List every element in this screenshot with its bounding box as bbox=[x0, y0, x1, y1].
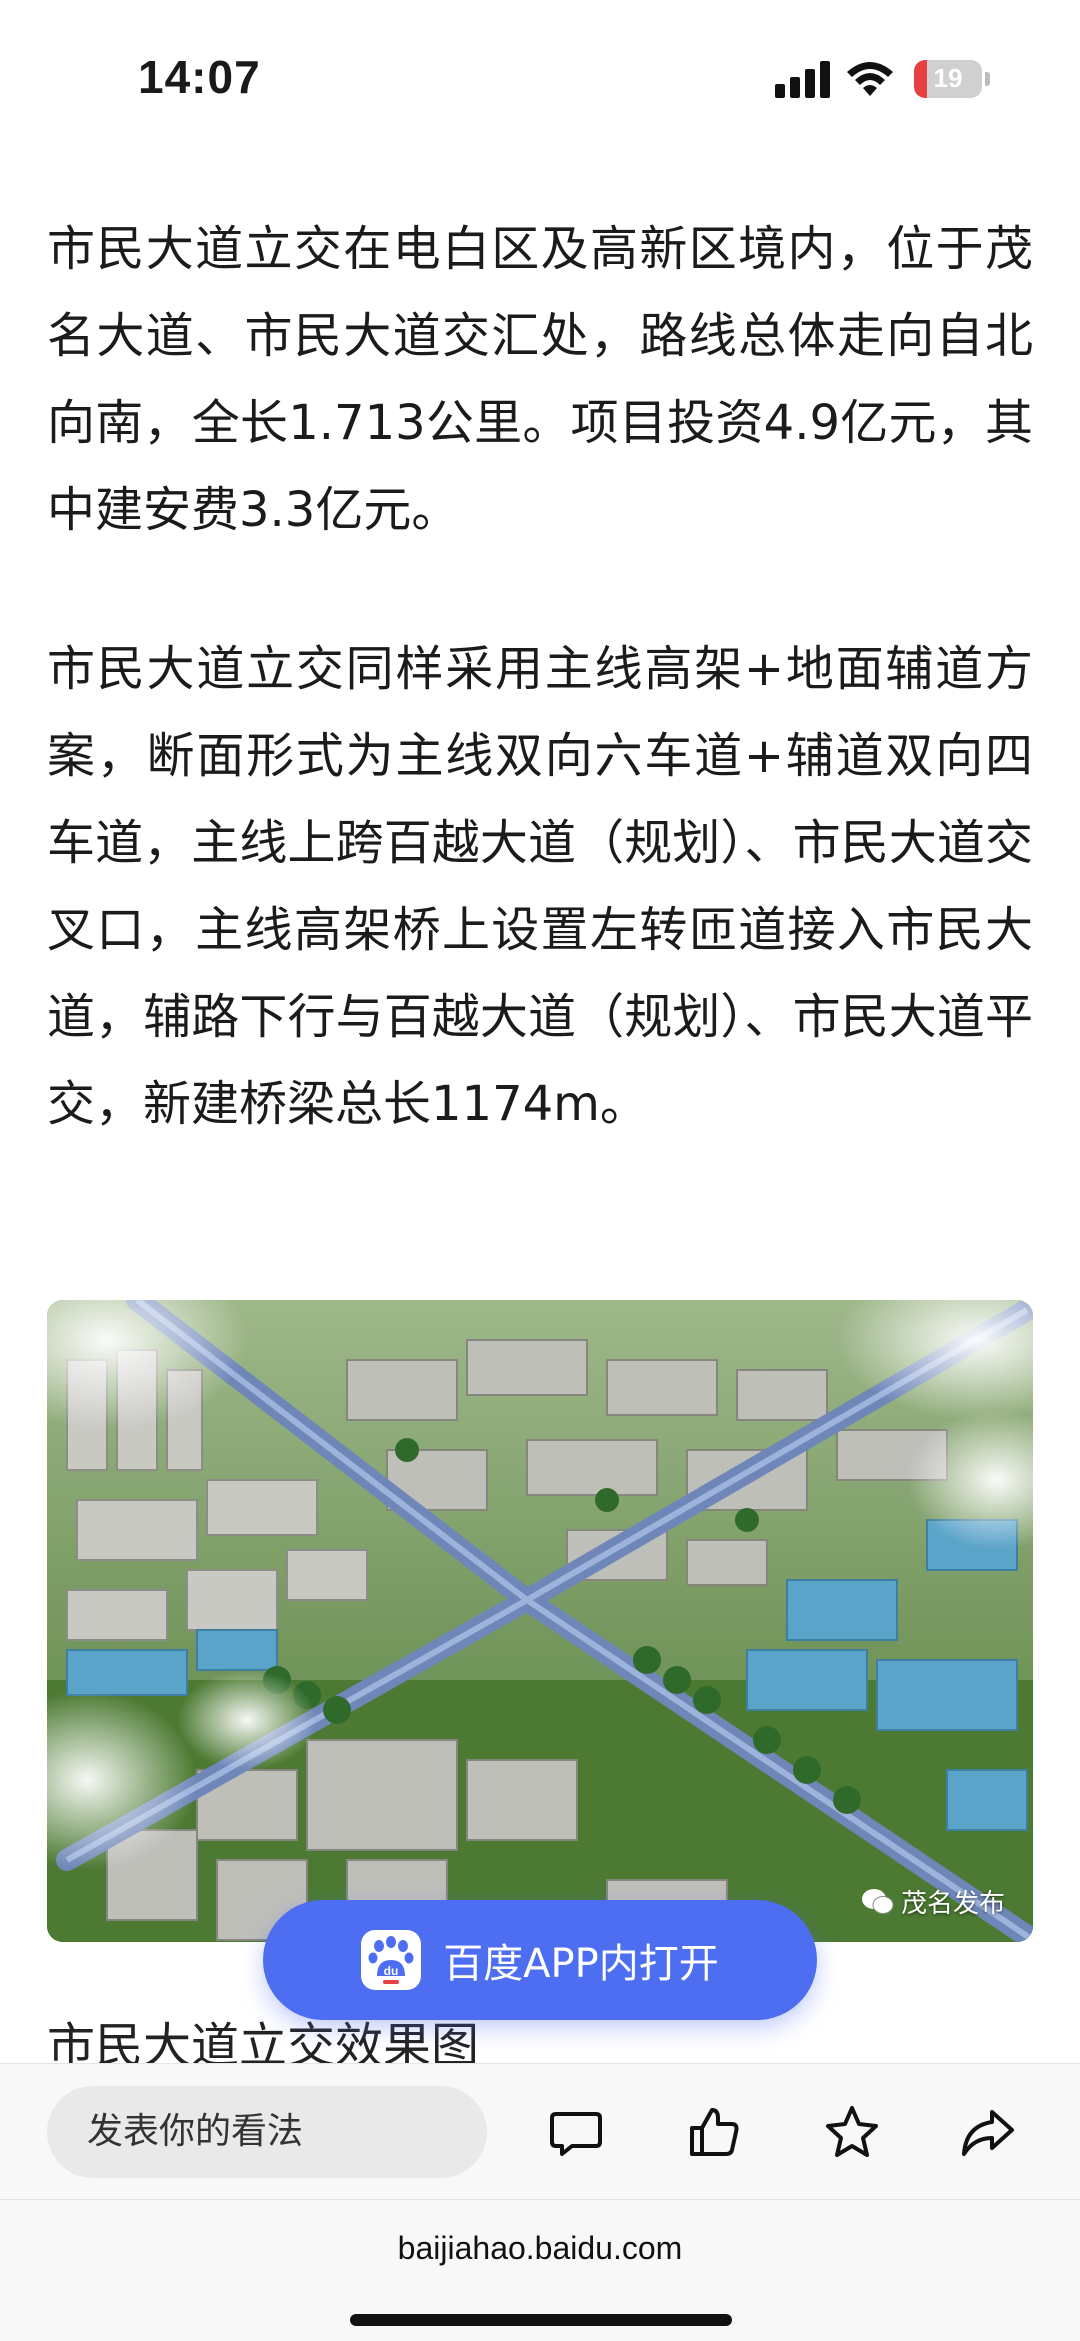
favorite-star-icon[interactable] bbox=[822, 2102, 882, 2162]
comment-input[interactable]: 发表你的看法 bbox=[47, 2086, 487, 2178]
article-paragraph: 市民大道立交同样采用主线高架+地面辅道方案，断面形式为主线双向六车道+辅道双向四… bbox=[47, 641, 1033, 1132]
comment-icon[interactable] bbox=[546, 2102, 606, 2162]
article-paragraph: 市民大道立交在电白区及高新区境内，位于茂名大道、市民大道交汇处，路线总体走向自北… bbox=[47, 221, 1033, 538]
status-bar: 14:07 19 bbox=[0, 0, 1080, 150]
open-in-app-label: 百度APP内打开 bbox=[443, 1941, 719, 1987]
wechat-icon bbox=[861, 1888, 894, 1914]
open-in-baidu-app-button[interactable]: du 百度APP内打开 bbox=[263, 1900, 817, 2020]
battery-icon: 19 bbox=[914, 60, 982, 98]
like-icon[interactable] bbox=[684, 2102, 744, 2162]
battery-cap bbox=[985, 72, 990, 86]
browser-url-bar[interactable]: baijiahao.baidu.com bbox=[0, 2199, 1080, 2341]
share-icon[interactable] bbox=[958, 2102, 1018, 2162]
battery-percentage: 19 bbox=[933, 63, 963, 93]
wifi-icon bbox=[847, 62, 893, 96]
page: 14:07 19 市民大道立交在电白区及高新区境内，位于茂名大道、市民大道交汇处… bbox=[0, 0, 1080, 2341]
url-text: baijiahao.baidu.com bbox=[397, 2230, 683, 2266]
image-watermark: 茂名发布 bbox=[861, 1883, 1005, 1920]
cellular-signal-icon bbox=[775, 60, 831, 98]
bottom-action-bar: 发表你的看法 bbox=[0, 2063, 1080, 2200]
interchange-rendering-image[interactable]: 茂名发布 bbox=[47, 1300, 1033, 1942]
aerial-rendering bbox=[47, 1300, 1033, 1942]
status-time: 14:07 bbox=[138, 51, 261, 103]
baidu-app-icon: du bbox=[361, 1930, 422, 1990]
home-indicator[interactable] bbox=[350, 2314, 732, 2326]
du-icon-text: du bbox=[384, 1964, 399, 1978]
watermark-text: 茂名发布 bbox=[900, 1889, 1005, 1919]
